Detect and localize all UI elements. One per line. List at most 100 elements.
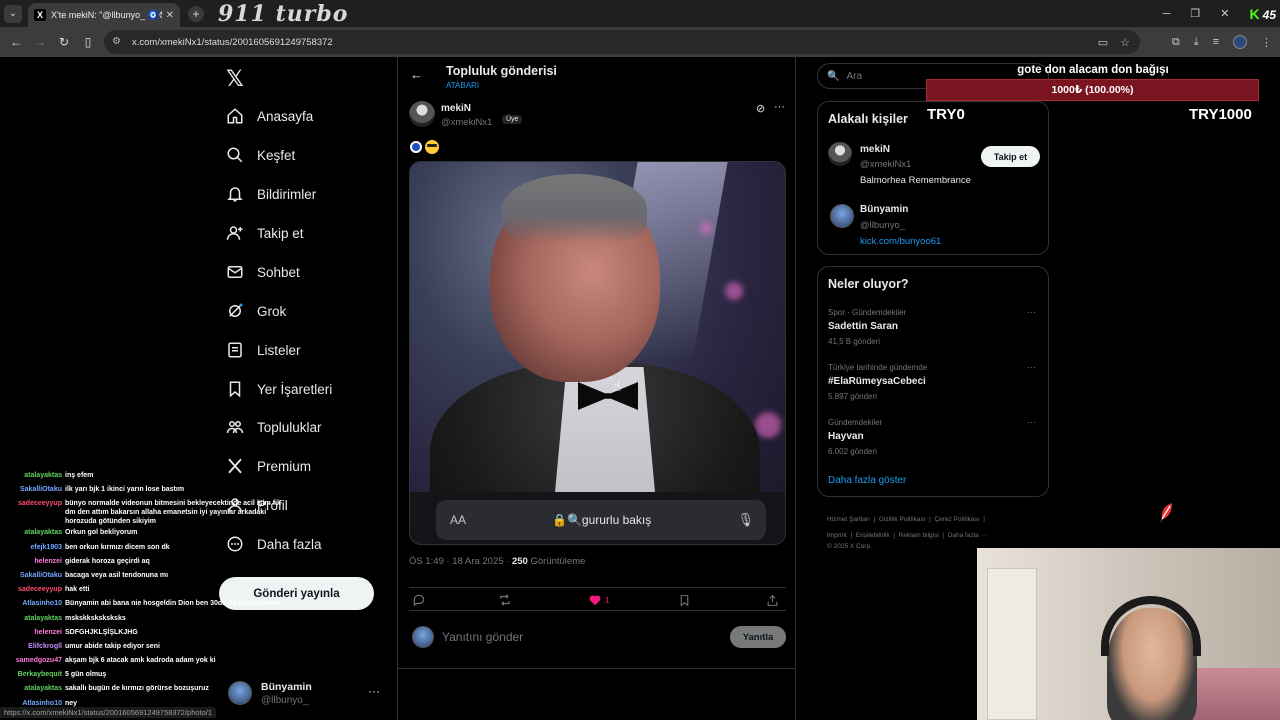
x-favicon-icon: X (34, 9, 46, 21)
grok-icon[interactable]: ⊘ (756, 102, 765, 115)
stream-brand-overlay: 911 turbo (218, 0, 349, 27)
chat-message: samedgozu47 akşam bjk 6 atacak amk kadrod… (0, 654, 300, 668)
like-button[interactable]: 1 (588, 588, 609, 612)
profile-avatar-icon[interactable] (1233, 35, 1247, 49)
footer-link[interactable]: Çerez Politikası (934, 516, 979, 523)
nav-label: Grok (257, 303, 287, 319)
window-controls: ─ ❐ ✕ K 45 (1163, 0, 1276, 27)
nav-messages[interactable]: Sohbet (226, 257, 300, 287)
trends-card: Neler oluyor? Spor · Gündemdekiler Sadet… (817, 266, 1049, 497)
view-count: 250 (511, 556, 528, 567)
footer-link[interactable]: Daha fazla ··· (948, 532, 987, 539)
tab-close-icon[interactable]: ✕ (166, 10, 174, 21)
footer-link[interactable]: Imprint (827, 532, 847, 539)
bell-icon (226, 185, 244, 203)
back-icon[interactable]: ← (4, 35, 28, 49)
more-horizontal-icon[interactable]: ··· (1027, 362, 1036, 372)
footer-link[interactable]: Gizlilik Politikası (879, 516, 926, 523)
trend-name[interactable]: #ElaRümeysaCebeci (828, 376, 926, 387)
person-handle[interactable]: @xmekiNx1 (860, 159, 911, 170)
nav-home[interactable]: Anasayfa (226, 101, 313, 131)
side-panel-icon[interactable]: ▯ (76, 35, 100, 49)
repost-icon[interactable] (498, 588, 512, 612)
community-link[interactable]: ATABARI (446, 81, 479, 90)
chat-message: helenzei SDFGHJKLŞİŞLKJHG (0, 626, 300, 640)
forward-icon[interactable]: → (28, 35, 52, 49)
nav-notifications[interactable]: Bildirimler (226, 179, 316, 209)
star-icon[interactable]: ☆ (1120, 36, 1130, 49)
author-name[interactable]: mekiN (441, 103, 471, 114)
cast-icon[interactable]: ▭ (1098, 36, 1108, 49)
reply-icon[interactable] (412, 588, 426, 612)
tab-search-button[interactable]: ⌄ (4, 4, 22, 23)
chat-message: efejk1903 ben orkun kırmızı dicem son dk (0, 541, 300, 555)
chat-text: Bünyamin abi bana nie hosgeldin Dion ben… (65, 600, 280, 608)
close-window-icon[interactable]: ✕ (1220, 7, 1229, 20)
person-name[interactable]: Bünyamin (860, 204, 908, 215)
avatar[interactable] (828, 142, 852, 166)
browser-menu-icon[interactable]: ⋮ (1261, 36, 1272, 49)
nav-explore[interactable]: Keşfet (226, 140, 295, 170)
nav-follow[interactable]: Takip et (226, 218, 304, 248)
address-bar[interactable]: ⚙ x.com/xmekiNx1/status/2001605691249758… (104, 30, 1140, 54)
extensions-icon[interactable]: ⧉ (1172, 36, 1180, 49)
new-tab-button[interactable]: + (188, 5, 204, 22)
communities-icon (226, 418, 244, 436)
address-text: x.com/xmekiNx1/status/200160569124975837… (132, 36, 333, 48)
nav-grok[interactable]: Grok (226, 296, 286, 326)
reply-input[interactable]: Yanıtını gönder (442, 630, 523, 644)
chat-message: atalayaktas inş efem (0, 469, 300, 483)
share-icon[interactable] (766, 588, 779, 612)
post-detail-column: ← Topluluk gönderisi ATABARI mekiN @xmek… (397, 57, 796, 720)
more-horizontal-icon[interactable]: ··· (1027, 417, 1036, 427)
chat-username: efejk1903 (30, 543, 62, 551)
person-link[interactable]: kick.com/bunyoo61 (860, 236, 941, 247)
trend-count: 41,5 B gönderi (828, 337, 881, 346)
more-horizontal-icon[interactable]: ··· (1027, 307, 1036, 317)
more-horizontal-icon: ··· (368, 684, 380, 698)
download-icon[interactable]: ⤓ (1194, 36, 1199, 49)
chat-message: Elifckrogll umur abide takip ediyor seni (0, 640, 300, 654)
x-logo-icon[interactable]: 𝕏 (226, 66, 244, 92)
nav-lists[interactable]: Listeler (226, 335, 301, 365)
minimize-icon[interactable]: ─ (1163, 8, 1171, 20)
bookmark-icon[interactable] (678, 588, 691, 612)
nav-label: Topluluklar (257, 419, 322, 435)
person-name[interactable]: mekiN (860, 144, 890, 155)
chat-text: ilk yarı bjk 1 ikinci yarın lose bastım (65, 486, 185, 494)
chat-text: Orkun gol bekliyorum (65, 529, 138, 537)
footer-link[interactable]: Hizmet Şartları (827, 516, 870, 523)
more-horizontal-icon[interactable]: ··· (774, 101, 785, 113)
trend-meta: Türkiye tarihinde gündemde (828, 363, 928, 372)
footer-link[interactable]: Erişilebilirlik (856, 532, 890, 539)
browser-tab-active[interactable]: X X'te mekiN: "@llbunyo_ 🧿😎 ✕ (28, 3, 180, 27)
list-icon (226, 341, 244, 359)
reload-icon[interactable]: ↻ (52, 35, 76, 49)
site-info-icon[interactable]: ⚙ (112, 36, 124, 48)
author-avatar[interactable] (409, 101, 435, 127)
chat-message: atalayaktas sakallı bugün de kırmızı görü… (0, 682, 300, 696)
follow-button[interactable]: Takip et (981, 146, 1040, 167)
chat-username: helenzei (34, 628, 62, 636)
post-image[interactable]: ☝ AA 🔒🔍gururlu bakış 🎙 (409, 161, 786, 545)
trend-name[interactable]: Sadettin Saran (828, 321, 898, 332)
trend-name[interactable]: Hayvan (828, 431, 864, 442)
chat-message: Atlasinho10 Bünyamin abi bana nie hosgeld… (0, 597, 300, 611)
avatar[interactable] (830, 204, 854, 228)
chat-message: sadeceeyyup hak etti (0, 583, 300, 597)
chat-message: atalayaktas mskskksksksksks (0, 612, 300, 626)
show-more-link[interactable]: Daha fazla göster (828, 475, 906, 486)
chat-username: Berkaybequit (17, 671, 62, 679)
chat-username: atalayaktas (24, 685, 62, 693)
restore-icon[interactable]: ❐ (1190, 7, 1200, 20)
tweet-time[interactable]: ÖS 1:49 · 18 Ara 2025 · (409, 556, 509, 567)
person-handle[interactable]: @llbunyo_ (860, 220, 905, 231)
chat-message: sadeceeyyup bünyo normalde videonun bitme… (0, 497, 300, 526)
nav-bookmarks[interactable]: Yer İşaretleri (226, 374, 332, 404)
nav-communities[interactable]: Topluluklar (226, 412, 322, 442)
author-handle[interactable]: @xmekiNx1 (441, 117, 492, 128)
reply-button[interactable]: Yanıtla (730, 626, 786, 648)
footer-link[interactable]: Reklam bilgisi (899, 532, 939, 539)
reading-list-icon[interactable]: ≡ (1213, 36, 1219, 48)
back-arrow-icon[interactable]: ← (410, 67, 423, 82)
